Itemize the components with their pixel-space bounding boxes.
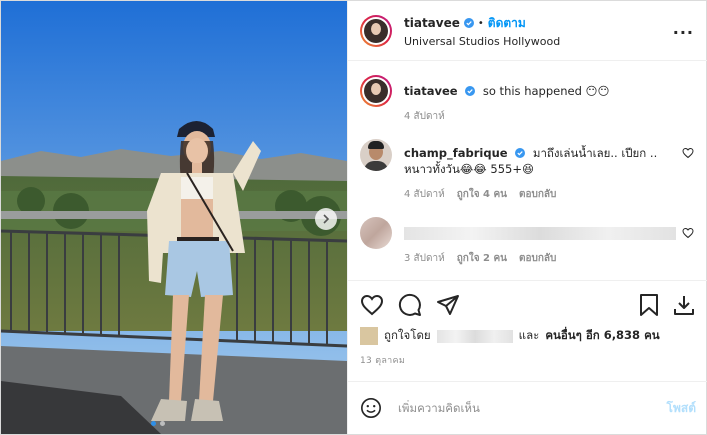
photo-image: [1, 1, 347, 434]
comment-item: champ_fabrique มาถึงเล่นน้ำเลย.. เปียก .…: [360, 139, 696, 203]
heart-icon[interactable]: [360, 293, 384, 317]
carousel-dot: [160, 421, 165, 426]
post-photo[interactable]: [1, 1, 347, 434]
author-username[interactable]: tiatavee: [404, 16, 460, 30]
caption-time[interactable]: 4 สัปดาห์: [404, 109, 445, 125]
post-sidebar: tiatavee • ติดตาม Universal Studios Holl…: [347, 1, 707, 434]
commenter-avatar[interactable]: [360, 139, 392, 171]
comment-likes[interactable]: ถูกใจ 2 คน: [457, 251, 507, 267]
liked-by-label: ถูกใจโดย: [384, 328, 431, 342]
author-info: tiatavee • ติดตาม Universal Studios Holl…: [404, 14, 560, 48]
comment-item-blurred: 3 สัปดาห์ ถูกใจ 2 คน ตอบกลับ: [360, 217, 696, 267]
comment-input[interactable]: [396, 400, 667, 416]
reply-button[interactable]: ตอบกลับ: [519, 251, 556, 267]
verified-icon: [463, 18, 474, 28]
carousel-indicator: [151, 421, 165, 426]
comment-heart-icon[interactable]: [682, 147, 694, 159]
save-download-icon[interactable]: [672, 293, 696, 317]
verified-icon: [515, 148, 526, 158]
caption-text: so this happened 😶😶: [482, 84, 610, 98]
add-comment-bar: โพสต์: [348, 381, 707, 434]
likes-summary: ถูกใจโดย และ คนอื่นๆ อีก 6,838 คน: [360, 327, 696, 345]
others-count[interactable]: คนอื่นๆ อีก 6,838 คน: [545, 327, 659, 345]
caption: tiatavee so this happened 😶😶 4 สัปดาห์: [360, 75, 696, 125]
liked-and-label: และ: [518, 328, 540, 342]
post-header: tiatavee • ติดตาม Universal Studios Holl…: [348, 1, 707, 61]
reply-button[interactable]: ตอบกลับ: [519, 187, 556, 203]
follow-button[interactable]: ติดตาม: [488, 14, 526, 33]
location-link[interactable]: Universal Studios Hollywood: [404, 35, 560, 48]
caption-username[interactable]: tiatavee: [404, 84, 458, 98]
author-avatar[interactable]: [360, 14, 392, 47]
caption-avatar[interactable]: [360, 75, 392, 107]
commenter-username[interactable]: champ_fabrique: [404, 146, 508, 160]
post-comment-button[interactable]: โพสต์: [667, 399, 696, 418]
blurred-liker-name: [436, 329, 513, 343]
next-photo-button[interactable]: [315, 208, 337, 230]
commenter-avatar-blurred[interactable]: [360, 217, 392, 249]
instagram-post: tiatavee • ติดตาม Universal Studios Holl…: [0, 0, 707, 435]
blurred-comment: [404, 227, 676, 240]
comment-likes[interactable]: ถูกใจ 4 คน: [457, 187, 507, 203]
comment-icon[interactable]: [398, 293, 422, 317]
separator-dot: •: [477, 17, 484, 29]
carousel-dot-active: [151, 421, 156, 426]
comment-list: tiatavee so this happened 😶😶 4 สัปดาห์ c…: [348, 61, 707, 280]
comment-time[interactable]: 3 สัปดาห์: [404, 251, 445, 267]
verified-icon: [465, 86, 476, 96]
bookmark-icon[interactable]: [638, 293, 660, 317]
liker-thumbnail[interactable]: [360, 327, 378, 345]
comment-heart-icon[interactable]: [682, 227, 694, 239]
share-icon[interactable]: [436, 293, 460, 317]
emoji-icon[interactable]: [360, 397, 382, 419]
action-bar: ถูกใจโดย และ คนอื่นๆ อีก 6,838 คน 13 ตุล…: [348, 280, 707, 367]
post-date[interactable]: 13 ตุลาคม: [360, 353, 696, 367]
comment-time[interactable]: 4 สัปดาห์: [404, 187, 445, 203]
next-arrow-icon: [323, 214, 330, 224]
more-icon[interactable]: ···: [673, 23, 694, 42]
